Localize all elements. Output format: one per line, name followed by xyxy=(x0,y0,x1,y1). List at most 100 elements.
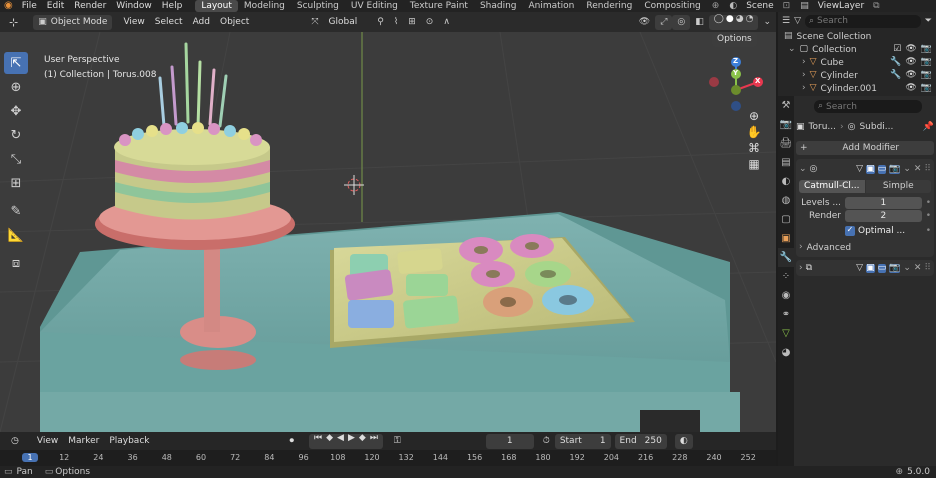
outliner-row-cylinder-001[interactable]: › ▽ Cylinder.001 👁 📷 xyxy=(778,82,936,95)
workspace-add-icon[interactable]: ⊕ xyxy=(707,0,725,12)
realtime-toggle-icon[interactable]: ▭ xyxy=(877,263,887,273)
jump-start-icon[interactable]: ⏮ xyxy=(314,433,322,449)
menu-window[interactable]: Window xyxy=(111,0,157,12)
cursor-tool[interactable]: ⊕ xyxy=(4,76,28,98)
select-box-tool[interactable]: ⇱ xyxy=(4,52,28,74)
auto-keying-icon[interactable]: ⏺ xyxy=(285,434,300,449)
solid-shading-icon[interactable]: ● xyxy=(726,14,734,30)
editor-type-icon[interactable]: ⊹ xyxy=(4,15,23,30)
transform-orientation-dropdown[interactable]: Global xyxy=(324,15,363,30)
cylinder-001-eye-icon[interactable]: 👁 xyxy=(905,84,916,93)
timeline-ruler[interactable]: 1 12 24 36 48 60 72 84 96 108 120 132 144 156 168 180 19… xyxy=(0,450,776,466)
add-cube-tool[interactable]: ⧈ xyxy=(4,252,28,274)
levels-keyframe-icon[interactable]: • xyxy=(926,198,931,208)
expand-cylinder-icon[interactable]: › xyxy=(802,71,806,80)
cage-toggle-icon[interactable]: ▣ xyxy=(866,164,875,174)
tab-physics[interactable]: ◉ xyxy=(778,286,794,305)
overlay-toggle-icon[interactable]: ◎ xyxy=(672,14,691,30)
prev-keyframe-icon[interactable]: ◆ xyxy=(326,433,333,449)
cylinder-001-camera-icon[interactable]: 📷 xyxy=(921,84,932,93)
tab-sculpting[interactable]: Sculpting xyxy=(291,0,345,12)
tab-animation[interactable]: Animation xyxy=(523,0,581,12)
current-frame-field[interactable]: 1 xyxy=(485,433,534,449)
shading-options-icon[interactable]: ⌄ xyxy=(758,15,776,30)
remove-modifier-icon[interactable]: ✕ xyxy=(914,164,922,174)
camera-view-icon[interactable]: ⌘ xyxy=(748,142,760,154)
expand-collection-icon[interactable]: ⌄ xyxy=(788,45,796,54)
tab-world[interactable]: ◍ xyxy=(778,191,794,210)
proportional-falloff-icon[interactable]: ∧ xyxy=(438,15,455,30)
render-toggle-icon[interactable]: 📷 xyxy=(889,263,901,273)
optimal-display-checkbox[interactable]: ✓ Optimal ... • xyxy=(799,226,931,236)
collection-eye-icon[interactable]: 👁 xyxy=(905,45,916,54)
next-keyframe-icon[interactable]: ◆ xyxy=(359,433,366,449)
measure-tool[interactable]: 📐 xyxy=(4,224,28,246)
wireframe-shading-icon[interactable]: ◯ xyxy=(714,14,724,30)
outliner-filter-icon[interactable]: ⏷ xyxy=(925,16,932,26)
tab-uv-editing[interactable]: UV Editing xyxy=(345,0,404,12)
cage-toggle-icon[interactable]: ▣ xyxy=(866,263,875,273)
render-keyframe-icon[interactable]: • xyxy=(926,211,931,221)
remove-modifier-icon[interactable]: ✕ xyxy=(914,263,922,273)
move-tool[interactable]: ✥ xyxy=(4,100,28,122)
menu-add[interactable]: Add xyxy=(188,15,215,30)
advanced-subpanel[interactable]: › Advanced xyxy=(799,241,931,254)
pin-icon[interactable]: 📌 xyxy=(923,122,934,132)
view-layer-name[interactable]: ViewLayer xyxy=(814,0,868,12)
tab-modifiers[interactable]: 🔧 xyxy=(778,248,794,267)
tab-tool[interactable]: ⚒ xyxy=(778,96,794,115)
xray-toggle-icon[interactable]: ◧ xyxy=(690,15,709,30)
view-mode-icon[interactable]: ◐ xyxy=(674,433,693,449)
cube-eye-icon[interactable]: 👁 xyxy=(905,58,916,67)
tab-material[interactable]: ◕ xyxy=(778,343,794,362)
pan-hand-icon[interactable]: ✋ xyxy=(747,126,762,138)
cylinder-camera-icon[interactable]: 📷 xyxy=(921,71,932,80)
visibility-icon[interactable]: 👁 xyxy=(634,15,655,30)
modifier-menu-icon[interactable]: ⌄ xyxy=(903,164,911,174)
levels-viewport-field[interactable]: 1 xyxy=(845,197,922,209)
play-reverse-icon[interactable]: ◀ xyxy=(337,433,344,449)
3d-viewport[interactable]: User Perspective (1) Collection | Torus.… xyxy=(0,32,776,432)
properties-search-input[interactable]: ⌕ Search xyxy=(814,100,922,113)
jump-end-icon[interactable]: ⏭ xyxy=(370,433,378,449)
tab-constraints[interactable]: ⚭ xyxy=(778,305,794,324)
menu-view[interactable]: View xyxy=(118,15,149,30)
expand-cylinder-001-icon[interactable]: › xyxy=(802,84,806,93)
collapse-modifier-icon[interactable]: ⌄ xyxy=(799,164,807,174)
simple-option[interactable]: Simple xyxy=(865,180,931,193)
edit-mode-toggle-icon[interactable]: ▽ xyxy=(856,263,863,273)
timeline-menu-playback[interactable]: Playback xyxy=(104,434,154,449)
pin-icon[interactable]: ⊡ xyxy=(778,0,796,12)
stopwatch-icon[interactable]: ⏱ xyxy=(538,434,555,449)
menu-edit[interactable]: Edit xyxy=(42,0,69,12)
zoom-icon[interactable]: ⊕ xyxy=(749,110,759,122)
outliner-editor-icon[interactable]: ☰ xyxy=(782,16,790,26)
menu-help[interactable]: Help xyxy=(157,0,188,12)
object-mode-dropdown[interactable]: ▣ Object Mode xyxy=(33,14,113,30)
modifier-menu-icon[interactable]: ⌄ xyxy=(903,263,911,273)
ortho-grid-icon[interactable]: ▦ xyxy=(748,158,759,170)
tab-render[interactable]: 📷 xyxy=(778,115,794,134)
annotate-tool[interactable]: ✎ xyxy=(4,200,28,222)
tab-collection[interactable]: ▢ xyxy=(778,210,794,229)
menu-file[interactable]: File xyxy=(17,0,42,12)
tab-particles[interactable]: ⁘ xyxy=(778,267,794,286)
material-shading-icon[interactable]: ◕ xyxy=(736,14,744,30)
outliner-row-cube[interactable]: › ▽ Cube 🔧 👁 📷 xyxy=(778,56,936,69)
collection-camera-icon[interactable]: 📷 xyxy=(921,45,932,54)
options-button[interactable]: Options xyxy=(712,32,757,47)
filter-icon[interactable]: ▽ xyxy=(794,16,801,26)
snap-icon[interactable]: ⌇ xyxy=(389,15,403,30)
tab-object[interactable]: ▣ xyxy=(778,229,794,248)
blender-logo-icon[interactable]: ◉ xyxy=(0,0,17,12)
tab-texture-paint[interactable]: Texture Paint xyxy=(404,0,474,12)
keying-set-icon[interactable]: ⚿ xyxy=(389,434,406,449)
add-modifier-button[interactable]: + Add Modifier xyxy=(796,141,934,155)
optimal-keyframe-icon[interactable]: • xyxy=(926,226,931,236)
tab-modeling[interactable]: Modeling xyxy=(238,0,291,12)
rendered-shading-icon[interactable]: ◔ xyxy=(746,14,754,30)
expand-cube-icon[interactable]: › xyxy=(802,58,806,67)
tab-view-layer[interactable]: ▤ xyxy=(778,153,794,172)
timeline-menu-view[interactable]: View xyxy=(32,434,63,449)
outliner-row-collection[interactable]: ⌄ ▢ Collection ☑ 👁 📷 xyxy=(778,43,936,56)
